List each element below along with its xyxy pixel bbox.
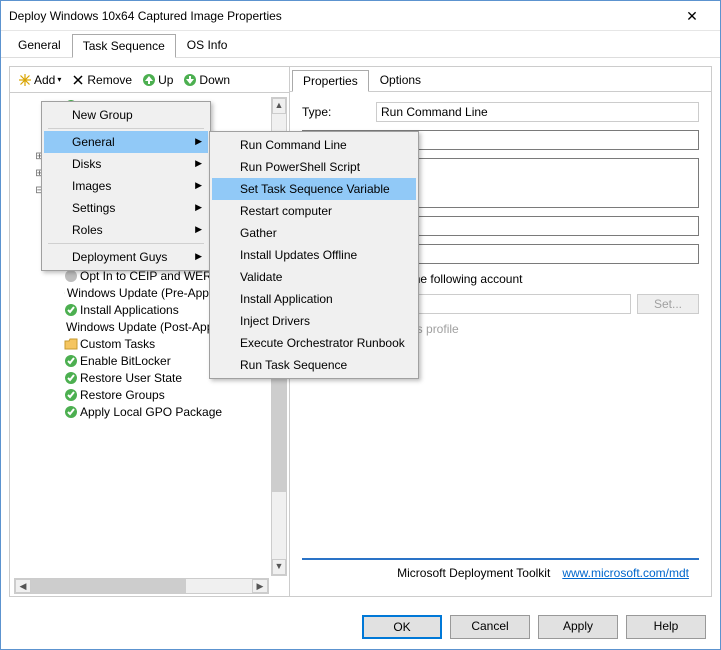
set-button: Set... — [637, 294, 699, 314]
menu-restart-computer[interactable]: Restart computer — [212, 200, 416, 222]
tab-properties[interactable]: Properties — [292, 70, 369, 92]
chevron-right-icon: ▶ — [195, 180, 202, 191]
menu-validate[interactable]: Validate — [212, 266, 416, 288]
menu-run-task-sequence[interactable]: Run Task Sequence — [212, 354, 416, 376]
check-icon — [64, 405, 78, 419]
menu-execute-orchestrator[interactable]: Execute Orchestrator Runbook — [212, 332, 416, 354]
menu-deployment-guys[interactable]: Deployment Guys▶ — [44, 246, 208, 268]
folder-icon — [64, 337, 78, 351]
add-menu[interactable]: New Group General▶ Disks▶ Images▶ Settin… — [41, 101, 211, 271]
toolbar: Add ▾ Remove Up Down — [10, 67, 289, 93]
check-icon — [64, 303, 78, 317]
add-label: Add — [34, 73, 55, 87]
add-button[interactable]: Add ▾ — [14, 71, 65, 89]
dialog-window: Deploy Windows 10x64 Captured Image Prop… — [0, 0, 721, 650]
scroll-left-icon[interactable]: ◀ — [15, 579, 31, 593]
chevron-right-icon: ▶ — [195, 136, 202, 147]
main-tabs: General Task Sequence OS Info — [1, 31, 720, 58]
tab-general[interactable]: General — [7, 33, 72, 57]
scroll-up-icon[interactable]: ▲ — [272, 98, 286, 114]
footer: Microsoft Deployment Toolkit www.microso… — [302, 558, 699, 586]
menu-disks[interactable]: Disks▶ — [44, 153, 208, 175]
up-arrow-icon — [142, 73, 156, 87]
toolkit-label: Microsoft Deployment Toolkit — [397, 566, 550, 580]
tree-item[interactable]: Restore Groups — [64, 386, 269, 403]
down-arrow-icon — [183, 73, 197, 87]
disabled-icon — [64, 286, 65, 300]
x-icon — [71, 73, 85, 87]
type-value: Run Command Line — [376, 102, 699, 122]
tab-options[interactable]: Options — [369, 69, 432, 91]
chevron-right-icon: ▶ — [195, 158, 202, 169]
scroll-right-icon[interactable]: ▶ — [252, 579, 268, 593]
chevron-right-icon: ▶ — [195, 202, 202, 213]
apply-button[interactable]: Apply — [538, 615, 618, 639]
ok-button[interactable]: OK — [362, 615, 442, 639]
check-icon — [64, 354, 78, 368]
scroll-down-icon[interactable]: ▼ — [272, 559, 286, 575]
menu-run-powershell[interactable]: Run PowerShell Script — [212, 156, 416, 178]
window-title: Deploy Windows 10x64 Captured Image Prop… — [9, 9, 672, 23]
chevron-right-icon: ▶ — [195, 251, 202, 262]
mdt-link[interactable]: www.microsoft.com/mdt — [562, 566, 689, 580]
menu-general[interactable]: General▶ — [44, 131, 208, 153]
menu-settings[interactable]: Settings▶ — [44, 197, 208, 219]
menu-run-command-line[interactable]: Run Command Line — [212, 134, 416, 156]
menu-install-application[interactable]: Install Application — [212, 288, 416, 310]
titlebar: Deploy Windows 10x64 Captured Image Prop… — [1, 1, 720, 31]
type-label: Type: — [302, 105, 370, 119]
tab-os-info[interactable]: OS Info — [176, 33, 239, 57]
remove-button[interactable]: Remove — [67, 71, 136, 89]
tree-item[interactable]: Apply Local GPO Package — [64, 403, 269, 420]
up-label: Up — [158, 73, 173, 87]
tab-task-sequence[interactable]: Task Sequence — [72, 34, 176, 58]
account-input — [396, 294, 631, 314]
menu-install-updates-offline[interactable]: Install Updates Offline — [212, 244, 416, 266]
cancel-button[interactable]: Cancel — [450, 615, 530, 639]
down-button[interactable]: Down — [179, 71, 234, 89]
menu-images[interactable]: Images▶ — [44, 175, 208, 197]
menu-gather[interactable]: Gather — [212, 222, 416, 244]
menu-separator — [48, 128, 204, 129]
menu-inject-drivers[interactable]: Inject Drivers — [212, 310, 416, 332]
general-submenu[interactable]: Run Command Line Run PowerShell Script S… — [209, 131, 419, 379]
help-button[interactable]: Help — [626, 615, 706, 639]
dialog-buttons: OK Cancel Apply Help — [1, 605, 720, 649]
property-tabs: Properties Options — [290, 67, 711, 92]
check-icon — [64, 388, 78, 402]
menu-separator — [48, 243, 204, 244]
remove-label: Remove — [87, 73, 132, 87]
menu-roles[interactable]: Roles▶ — [44, 219, 208, 241]
chevron-right-icon: ▶ — [195, 224, 202, 235]
down-label: Down — [199, 73, 230, 87]
check-icon — [64, 371, 78, 385]
menu-set-task-sequence-variable[interactable]: Set Task Sequence Variable — [212, 178, 416, 200]
up-button[interactable]: Up — [138, 71, 177, 89]
sunburst-icon — [18, 73, 32, 87]
menu-new-group[interactable]: New Group — [44, 104, 208, 126]
horizontal-scrollbar[interactable]: ◀▶ — [14, 578, 269, 594]
chevron-down-icon: ▾ — [57, 75, 61, 84]
close-icon[interactable]: ✕ — [672, 2, 712, 30]
